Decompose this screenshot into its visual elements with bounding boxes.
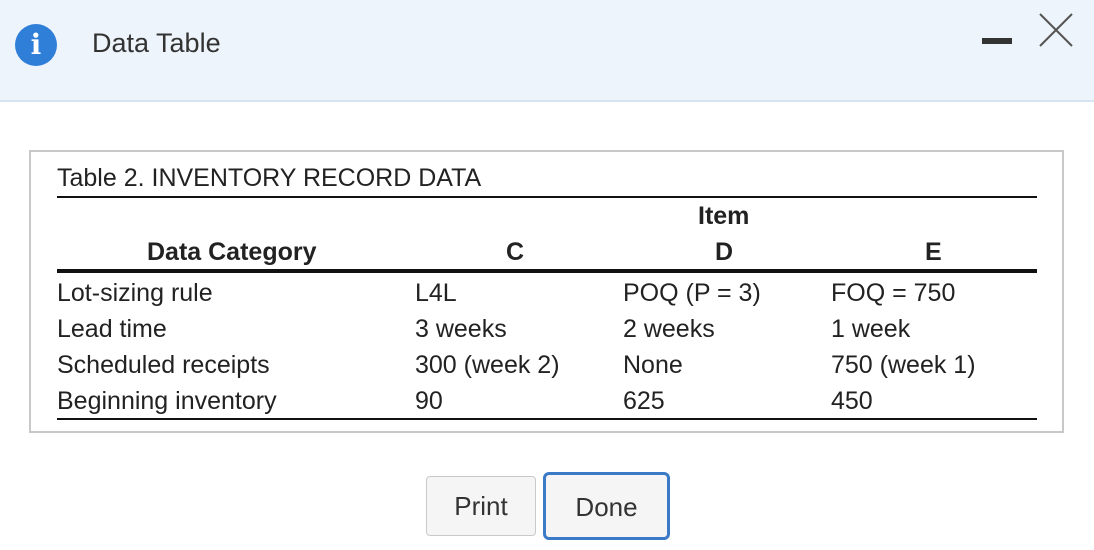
table-top-rule (57, 196, 1037, 198)
table-row-label: Beginning inventory (57, 387, 277, 415)
table-cell: 3 weeks (415, 315, 507, 343)
table-cell: 625 (623, 387, 665, 415)
table-cell: 2 weeks (623, 315, 715, 343)
column-header-data-category: Data Category (147, 238, 317, 266)
close-icon[interactable] (1036, 10, 1076, 50)
print-button[interactable]: Print (426, 476, 536, 536)
table-cell: 300 (week 2) (415, 351, 560, 379)
column-header-c: C (506, 238, 525, 266)
table-header-rule (57, 269, 1037, 273)
minimize-icon[interactable] (982, 25, 1016, 55)
table-cell: POQ (P = 3) (623, 279, 761, 307)
table-cell: 750 (week 1) (831, 351, 976, 379)
table-caption: Table 2. INVENTORY RECORD DATA (57, 164, 482, 192)
table-cell: L4L (415, 279, 457, 307)
table-cell: 90 (415, 387, 443, 415)
table-bottom-rule (57, 418, 1037, 420)
dialog-titlebar: i Data Table (0, 0, 1094, 102)
table-row-label: Lead time (57, 315, 167, 343)
table-cell: None (623, 351, 683, 379)
item-group-header: Item (698, 202, 750, 230)
table-cell: 1 week (831, 315, 911, 343)
info-icon: i (15, 24, 57, 66)
done-button[interactable]: Done (543, 472, 670, 540)
dialog-title: Data Table (92, 28, 221, 58)
table-row-label: Lot-sizing rule (57, 279, 213, 307)
table-cell: FOQ = 750 (831, 279, 956, 307)
table-row-label: Scheduled receipts (57, 351, 270, 379)
table-cell: 450 (831, 387, 873, 415)
column-header-d: D (715, 238, 734, 266)
column-header-e: E (925, 238, 942, 266)
